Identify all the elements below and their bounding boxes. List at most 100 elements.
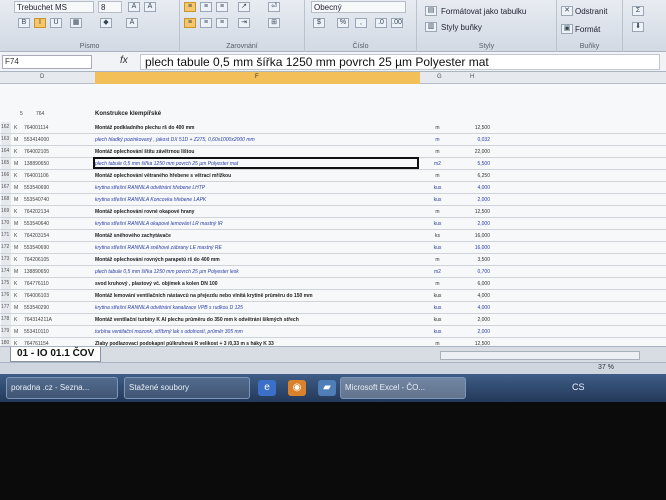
row-number[interactable]: 174	[1, 266, 11, 277]
unit-cell[interactable]: ks	[425, 233, 450, 239]
align-middle-icon[interactable]: ≡	[200, 2, 212, 12]
code-cell[interactable]: 553540290	[24, 305, 92, 311]
type-cell[interactable]: M	[14, 329, 18, 335]
formula-input[interactable]: plech tabule 0,5 mm šířka 1250 mm povrch…	[140, 54, 660, 70]
increase-decimal-icon[interactable]: .0	[375, 18, 387, 28]
grow-font-icon[interactable]: A	[128, 2, 140, 12]
taskbar-item-excel[interactable]: Microsoft Excel - ČO...	[340, 377, 466, 399]
table-row[interactable]: 168 M 553540740 krytina střešní RANNILA Kon…	[0, 194, 666, 206]
quantity-cell[interactable]: 12,500	[455, 209, 490, 215]
table-row[interactable]: 174 M 138890650 plech tabule 0,5 mm šířka 1…	[0, 266, 666, 278]
table-row[interactable]: 173 K 764206105 Montáž oplechování rovných …	[0, 254, 666, 266]
description-cell[interactable]: krytina střešní RANNILA okapové lemování…	[95, 221, 415, 227]
quantity-cell[interactable]: 4,000	[455, 293, 490, 299]
row-number[interactable]: 175	[1, 278, 11, 289]
number-format-select[interactable]: Obecný	[311, 1, 406, 13]
format-button[interactable]: Formát	[575, 24, 600, 36]
type-cell[interactable]: M	[14, 305, 18, 311]
unit-cell[interactable]: m	[425, 173, 450, 179]
unit-cell[interactable]: m	[425, 149, 450, 155]
quantity-cell[interactable]: 22,000	[455, 149, 490, 155]
description-cell[interactable]: turbína ventilační mozonk, stříbrný lak …	[95, 329, 415, 335]
zoom-level[interactable]: 37 %	[598, 364, 614, 371]
type-cell[interactable]: M	[14, 269, 18, 275]
fx-icon[interactable]: fx	[120, 55, 128, 66]
row-number[interactable]: 163	[1, 134, 11, 145]
type-cell[interactable]: K	[14, 233, 17, 239]
description-cell[interactable]: plech hladký pozinkovaný , jakost DX 51D…	[95, 137, 415, 143]
code-cell[interactable]: 764776110	[24, 281, 92, 287]
row-number[interactable]: 165	[1, 158, 11, 169]
underline-button[interactable]: U	[50, 18, 62, 28]
unit-cell[interactable]: kus	[425, 329, 450, 335]
row-number[interactable]: 166	[1, 170, 11, 181]
unit-cell[interactable]: m2	[425, 269, 450, 275]
name-box[interactable]: F74	[2, 55, 92, 69]
row-number[interactable]: 162	[1, 122, 11, 133]
unit-cell[interactable]: kus	[425, 245, 450, 251]
code-cell[interactable]: 553540690	[24, 185, 92, 191]
row-number[interactable]: 173	[1, 254, 11, 265]
unit-cell[interactable]: m2	[425, 161, 450, 167]
unit-cell[interactable]: m	[425, 257, 450, 263]
quantity-cell[interactable]: 12,500	[455, 125, 490, 131]
ie-icon[interactable]: e	[258, 380, 276, 396]
code-cell[interactable]: 553414000	[24, 137, 92, 143]
wrap-text-icon[interactable]: ⏎	[268, 2, 280, 12]
table-row[interactable]: 178 K 764314211A Montáž ventilační turbíny …	[0, 314, 666, 326]
currency-icon[interactable]: $	[313, 18, 325, 28]
code-cell[interactable]: 138890650	[24, 161, 92, 167]
table-row[interactable]: 176 K 764006103 Montáž lemování ventilačníc…	[0, 290, 666, 302]
code-cell[interactable]: 764206105	[24, 257, 92, 263]
table-row[interactable]: 172 M 553540690 krytina střešní RANNILA sně…	[0, 242, 666, 254]
row-number[interactable]: 177	[1, 302, 11, 313]
row-number[interactable]: 176	[1, 290, 11, 301]
description-cell[interactable]: krytina střešní RANNILA Koncovka hřebene…	[95, 197, 415, 203]
type-cell[interactable]: M	[14, 161, 18, 167]
bold-button[interactable]: B	[18, 18, 30, 28]
percent-icon[interactable]: %	[337, 18, 349, 28]
column-f-header[interactable]: F	[95, 72, 420, 84]
description-cell[interactable]: svod kruhový , plastový vč. objímek a ko…	[95, 281, 415, 287]
row-number[interactable]: 171	[1, 230, 11, 241]
row-number[interactable]: 167	[1, 182, 11, 193]
description-cell[interactable]: krytina střešní RANNILA odvětrání hřeben…	[95, 185, 415, 191]
unit-cell[interactable]: kus	[425, 317, 450, 323]
row-number[interactable]: 168	[1, 194, 11, 205]
quantity-cell[interactable]: 2,000	[455, 197, 490, 203]
worksheet-grid[interactable]: 5 764 Konstrukce klempířské 162 K 76400111…	[0, 84, 666, 350]
unit-cell[interactable]: m	[425, 125, 450, 131]
type-cell[interactable]: M	[14, 197, 18, 203]
type-cell[interactable]: K	[14, 173, 17, 179]
unit-cell[interactable]: m	[425, 281, 450, 287]
code-cell[interactable]: 764001106	[24, 173, 92, 179]
type-cell[interactable]: K	[14, 281, 17, 287]
unit-cell[interactable]: kus	[425, 221, 450, 227]
description-cell[interactable]: krytina střešní RANNILA odvětrání kanali…	[95, 305, 415, 311]
taskbar-item-downloads[interactable]: Stažené soubory	[124, 377, 250, 399]
code-cell[interactable]: 553540690	[24, 245, 92, 251]
quantity-cell[interactable]: 2,000	[455, 221, 490, 227]
taskbar-item-browser[interactable]: poradna .cz - Sezna...	[6, 377, 118, 399]
table-row[interactable]: 179 M 553410110 turbína ventilační mozonk, …	[0, 326, 666, 338]
unit-cell[interactable]: kus	[425, 197, 450, 203]
description-cell[interactable]: Montáž ventilační turbíny K AI plechu pr…	[95, 317, 415, 323]
quantity-cell[interactable]: 6,250	[455, 173, 490, 179]
unit-cell[interactable]: m	[425, 209, 450, 215]
row-number[interactable]: 179	[1, 326, 11, 337]
description-cell[interactable]: Montáž oplechování štítu závětrnou lišto…	[95, 149, 415, 155]
quantity-cell[interactable]: 0,700	[455, 269, 490, 275]
quantity-cell[interactable]: 0,032	[455, 137, 490, 143]
table-row[interactable]: 167 M 553540690 krytina střešní RANNILA odv…	[0, 182, 666, 194]
sum-icon[interactable]: Σ	[632, 6, 644, 16]
code-cell[interactable]: 553540740	[24, 197, 92, 203]
language-indicator[interactable]: CS	[572, 382, 585, 392]
code-cell[interactable]: 553410110	[24, 329, 92, 335]
unit-cell[interactable]: kus	[425, 293, 450, 299]
code-cell[interactable]: 764006103	[24, 293, 92, 299]
delete-button[interactable]: Odstranit	[575, 6, 607, 18]
description-cell[interactable]: plech tabule 0,5 mm šířka 1250 mm povrch…	[95, 269, 415, 275]
type-cell[interactable]: K	[14, 149, 17, 155]
code-cell[interactable]: 764203154	[24, 233, 92, 239]
table-row[interactable]: 170 M 553540640 krytina střešní RANNILA oka…	[0, 218, 666, 230]
